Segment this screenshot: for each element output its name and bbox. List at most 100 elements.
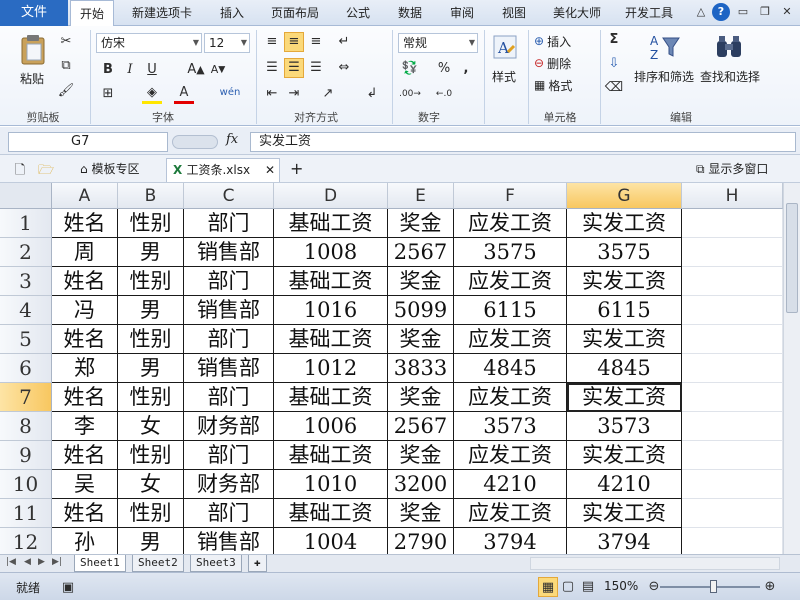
name-box[interactable]: G7 (8, 132, 168, 152)
cell-d4[interactable]: 1016 (274, 296, 388, 325)
cell-a9[interactable]: 姓名 (52, 441, 118, 470)
align-bottom-icon[interactable]: ≡ (306, 32, 326, 52)
cell-f12[interactable]: 3794 (454, 528, 567, 554)
prev-sheet-icon[interactable]: ◀ (24, 557, 31, 567)
decrease-decimal-icon[interactable]: ←.0 (434, 84, 454, 104)
cell-e6[interactable]: 3833 (388, 354, 454, 383)
cell-g4[interactable]: 6115 (567, 296, 682, 325)
cell-e7[interactable]: 奖金 (388, 383, 454, 412)
row-header-7[interactable]: 7 (0, 383, 52, 412)
cell-e8[interactable]: 2567 (388, 412, 454, 441)
sheet-tab-3[interactable]: Sheet3 (190, 555, 242, 572)
cell-a7[interactable]: 姓名 (52, 383, 118, 412)
cell-a3[interactable]: 姓名 (52, 267, 118, 296)
cell-f3[interactable]: 应发工资 (454, 267, 567, 296)
cell-d8[interactable]: 1006 (274, 412, 388, 441)
cell-d5[interactable]: 基础工资 (274, 325, 388, 354)
cell-a12[interactable]: 孙 (52, 528, 118, 554)
cell-g1[interactable]: 实发工资 (567, 209, 682, 238)
tab-data[interactable]: 数据 (388, 0, 432, 26)
delete-cells-button[interactable]: ⊖ 删除 (534, 54, 571, 72)
cell-h5[interactable] (682, 325, 783, 354)
cell-c3[interactable]: 部门 (184, 267, 274, 296)
cell-b12[interactable]: 男 (118, 528, 184, 554)
cell-c4[interactable]: 销售部 (184, 296, 274, 325)
tab-developer[interactable]: 开发工具 (616, 0, 682, 26)
row-header-12[interactable]: 12 (0, 528, 52, 554)
formula-bar-splitter[interactable] (172, 135, 218, 149)
cell-g8[interactable]: 3573 (567, 412, 682, 441)
cell-e9[interactable]: 奖金 (388, 441, 454, 470)
cell-g9[interactable]: 实发工资 (567, 441, 682, 470)
minimize-ribbon-icon[interactable]: △ (692, 3, 710, 21)
cell-d12[interactable]: 1004 (274, 528, 388, 554)
column-header-d[interactable]: D (274, 183, 388, 209)
align-middle-icon[interactable]: ≡ (284, 32, 304, 52)
column-header-g[interactable]: G (567, 183, 682, 209)
tab-insert[interactable]: 插入 (210, 0, 254, 26)
zoom-in-icon[interactable]: ⊕ (760, 577, 780, 597)
cell-c11[interactable]: 部门 (184, 499, 274, 528)
merge-center-icon[interactable]: ⇔ (334, 58, 354, 78)
column-header-b[interactable]: B (118, 183, 184, 209)
copy-icon[interactable]: ⧉ (56, 56, 76, 76)
column-header-a[interactable]: A (52, 183, 118, 209)
cell-a11[interactable]: 姓名 (52, 499, 118, 528)
cell-b8[interactable]: 女 (118, 412, 184, 441)
cell-d3[interactable]: 基础工资 (274, 267, 388, 296)
zoom-slider-thumb[interactable] (710, 580, 717, 593)
insert-function-button[interactable]: fx (226, 132, 238, 147)
sort-filter-button[interactable]: A Z (648, 32, 682, 62)
increase-indent-icon[interactable]: ⇥ (284, 84, 304, 104)
clear-icon[interactable]: ⌫ (604, 78, 624, 98)
help-icon[interactable]: ? (712, 3, 730, 21)
new-file-icon[interactable]: 🗋 (10, 161, 30, 181)
font-size-select[interactable]: 12 ▼ (204, 33, 250, 53)
cell-f2[interactable]: 3575 (454, 238, 567, 267)
cell-g12[interactable]: 3794 (567, 528, 682, 554)
phonetic-icon[interactable]: wén (220, 83, 241, 103)
number-format-select[interactable]: 常规 ▼ (398, 33, 478, 53)
font-name-select[interactable]: 仿宋 ▼ (96, 33, 202, 53)
cell-h4[interactable] (682, 296, 783, 325)
column-header-f[interactable]: F (454, 183, 567, 209)
cell-h7[interactable] (682, 383, 783, 412)
cell-f1[interactable]: 应发工资 (454, 209, 567, 238)
sheet-tab-1[interactable]: Sheet1 (74, 555, 126, 572)
comma-style-button[interactable]: , (456, 59, 476, 79)
row-header-6[interactable]: 6 (0, 354, 52, 383)
tab-beautify[interactable]: 美化大师 (544, 0, 610, 26)
macro-record-icon[interactable]: ▣ (58, 578, 78, 598)
cell-g11[interactable]: 实发工资 (567, 499, 682, 528)
cell-e4[interactable]: 5099 (388, 296, 454, 325)
cell-h12[interactable] (682, 528, 783, 554)
cell-f9[interactable]: 应发工资 (454, 441, 567, 470)
cell-a8[interactable]: 李 (52, 412, 118, 441)
wrap-text-icon[interactable]: ↵ (334, 32, 354, 52)
column-header-c[interactable]: C (184, 183, 274, 209)
cell-c7[interactable]: 部门 (184, 383, 274, 412)
cell-c2[interactable]: 销售部 (184, 238, 274, 267)
row-header-1[interactable]: 1 (0, 209, 52, 238)
tab-template-zone[interactable]: ⌂ 模板专区 (74, 158, 145, 182)
cell-e10[interactable]: 3200 (388, 470, 454, 499)
cell-c10[interactable]: 财务部 (184, 470, 274, 499)
zoom-level[interactable]: 150% (604, 579, 638, 593)
tab-file[interactable]: 文件 (0, 0, 68, 26)
align-left-icon[interactable]: ☰ (262, 58, 282, 78)
bold-icon[interactable]: B (98, 60, 118, 80)
select-all-corner[interactable] (0, 183, 52, 209)
cell-e5[interactable]: 奖金 (388, 325, 454, 354)
cell-b3[interactable]: 性别 (118, 267, 184, 296)
close-icon[interactable]: ✕ (778, 3, 796, 21)
cell-d7[interactable]: 基础工资 (274, 383, 388, 412)
tab-review[interactable]: 审阅 (440, 0, 484, 26)
cell-f11[interactable]: 应发工资 (454, 499, 567, 528)
cell-d6[interactable]: 1012 (274, 354, 388, 383)
fill-icon[interactable]: ⇩ (604, 54, 624, 74)
close-icon[interactable]: ✕ (265, 159, 275, 181)
page-break-view-icon[interactable]: ▤ (578, 577, 598, 597)
cell-b11[interactable]: 性别 (118, 499, 184, 528)
fill-color-icon[interactable]: ◈ (142, 84, 162, 104)
cell-e3[interactable]: 奖金 (388, 267, 454, 296)
